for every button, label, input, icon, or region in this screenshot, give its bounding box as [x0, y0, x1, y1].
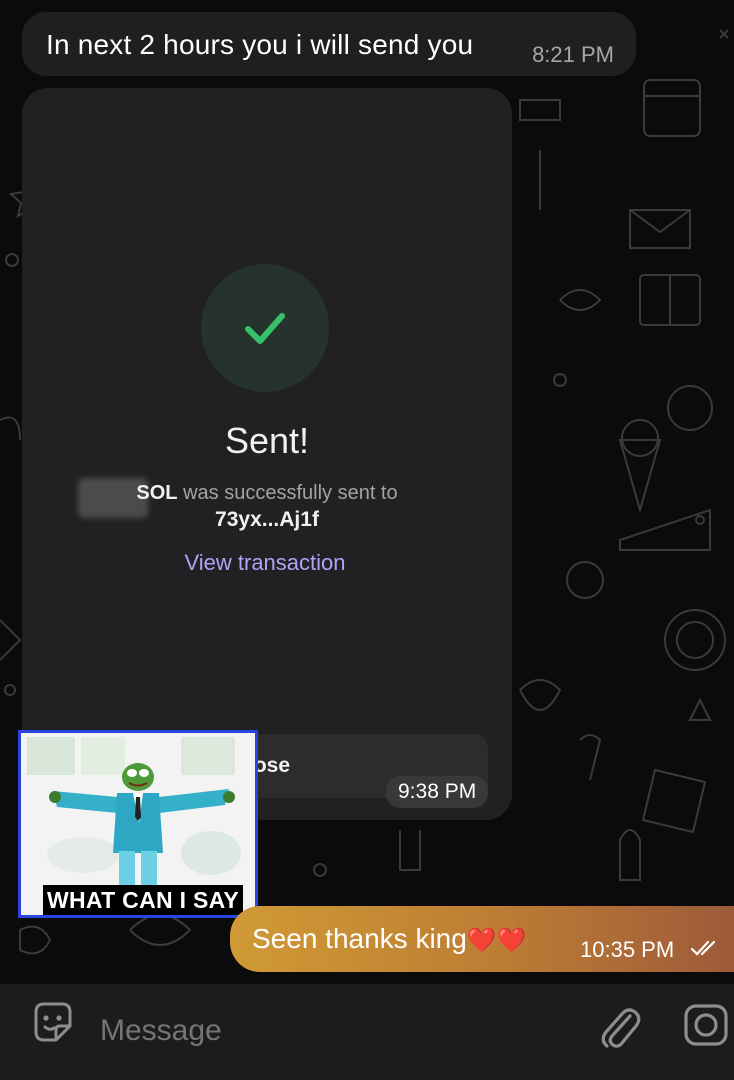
message-time: 8:21 PM [532, 42, 614, 67]
outgoing-message[interactable]: Seen thanks king❤️❤️ 10:35 PM [230, 906, 734, 972]
token-symbol: SOL [136, 482, 178, 504]
recipient-address: 73yx...Aj1f [215, 508, 319, 531]
message-input[interactable] [100, 1014, 540, 1048]
sticker-caption: WHAT CAN I SAY [43, 885, 244, 915]
checkmark-icon [245, 313, 285, 344]
transaction-screenshot-message[interactable]: Sent! SOL was successfully sent to 73yx.… [22, 88, 512, 820]
message-input-bar [0, 984, 734, 1080]
success-circle [201, 264, 329, 392]
camera-icon[interactable] [680, 998, 734, 1052]
sent-description-text: was successfully sent to [183, 482, 398, 504]
message-text: In next 2 hours you i will send you [46, 29, 474, 60]
message-text-body: Seen thanks king [252, 923, 467, 954]
incoming-message[interactable]: In next 2 hours you i will send you 8:21… [22, 12, 636, 76]
message-time: 9:38 PM [386, 776, 489, 808]
message-time: 10:35 PM [580, 937, 675, 962]
sent-description: SOL was successfully sent to [22, 482, 512, 505]
sticker-icon[interactable] [28, 998, 78, 1048]
sent-title: Sent! [224, 420, 310, 461]
message-text: Seen thanks king❤️❤️ [252, 923, 527, 955]
attach-icon[interactable] [594, 998, 644, 1054]
heart-emojis: ❤️❤️ [466, 927, 527, 954]
double-check-icon [690, 940, 716, 956]
view-transaction-link[interactable]: View transaction [22, 550, 508, 576]
meme-sticker[interactable]: WHAT CAN I SAY [18, 730, 258, 918]
